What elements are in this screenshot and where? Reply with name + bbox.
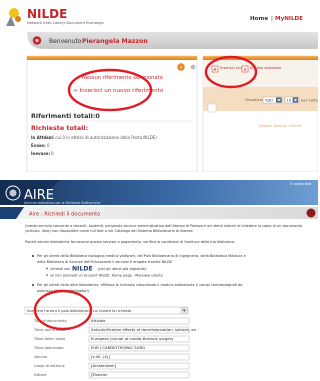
bullet1-line1: Per gli utenti della Biblioteca biologic… [37,254,246,258]
welcome-user-name: Pierangela Mazzon [82,38,148,45]
form-value: Articolo [91,318,106,323]
sort-select-value: Tutti [264,99,273,103]
form-value: [Elsevier [91,372,108,377]
aire-title-bar: Aire : Richiedi il documento [0,207,318,219]
requests-total-heading: Richieste totali: [31,124,88,132]
aire-subtitle: Archivio Interattivo per le Richieste El… [24,201,100,205]
stat-row: In Attesa: 0 (di cui 0 in attesa di auto… [31,135,157,140]
stat-label: Evase: [31,143,46,148]
library-select-text: Scegliere l'area e il polo bibliotecario… [27,309,131,313]
select-all-checkbox[interactable] [207,103,217,113]
left-panel: « Nessun riferimento selezionato > Inser… [26,55,198,173]
panel-dot-icon [190,64,196,70]
nilde-header: NILDE Network Inter-Library Document Exc… [0,0,318,28]
nilde-logo-subtitle: Network Inter-Library Document Exchange [27,21,104,25]
bullet2-line1: Per gli utenti delle altre biblioteche, … [37,283,242,287]
sub-bullet-icon [46,267,48,270]
form-label: Titolo abbreviato [33,346,64,350]
library-select[interactable]: Scegliere l'area e il polo bibliotecario… [24,306,189,315]
intro-paragraph: Questo servizio consente a docenti, stud… [25,224,303,233]
form-value: European journal of cardio-thoracic surg… [91,336,174,341]
screenshot-canvas: NILDE Network Inter-Library Document Exc… [0,0,318,381]
perpage-label: per volta [301,98,318,103]
references-total-heading: Riferimenti totali:0 [31,112,100,120]
welcome-band: Benvenuto Pierangela Mazzon [27,32,318,49]
aire-header: AIRE Archivio Interattivo per le Richies… [0,180,318,205]
nav-separator: | [271,16,273,22]
aire-corner-icon [306,208,316,218]
form-value: [Amsterdam] [91,363,117,368]
bullet-icon [32,255,34,257]
stat-label: Inevase: [31,151,50,156]
perpage-select[interactable]: 10 [284,96,300,104]
form-label: Titolo della rivista [33,337,65,341]
form-value: Anticalcification effects of decellulari… [91,327,197,332]
sub-bullet-icon [46,274,48,276]
bullet-icon [32,284,34,286]
plus-icon: + [213,67,217,73]
stat-row: Evase: 0 [31,143,50,148]
form-value: [v.40, (4)] [91,354,110,359]
no-reference-text: Nessun riferimento selezionato [82,75,163,81]
sort-select[interactable]: Tutti [262,96,283,104]
aire-screenshot: AIRE Archivio Interattivo per le Richies… [0,180,318,381]
perpage-select-value: 10 [287,99,292,103]
right-panel: + Inserisci nuovo × Elimina selezione Vi… [202,55,318,173]
nav-home-link[interactable]: Home [250,16,268,22]
form-value: EUR J CARDIOTHORAC SURG [91,345,145,350]
svg-text:«: « [180,66,183,71]
sort-label: Visualizza [245,97,264,102]
nilde-logo-title: NILDE [27,7,67,21]
bullet1-line2: della Biblioteca di Scienze dell'Educazi… [37,260,172,264]
aire-top-link[interactable]: Il vostro stat [290,182,312,186]
stat-value: 0 (di cui 0 in attesa di autorizzazione … [45,135,157,140]
form-label: Volume [34,355,47,359]
nilde-screenshot: NILDE Network Inter-Library Document Exc… [0,0,318,173]
form-label: Luogo di edizione [34,364,65,368]
fee-paragraph: Poiché alcune biblioteche forniscono que… [25,240,236,244]
aire-page-title: Aire : Richiedi il documento [29,212,100,218]
sub2-text[interactable]: se non possiedi un account NILDE: Home p… [50,274,163,278]
stat-row: Inevase: 0 [31,151,54,156]
empty-list-text: Dispari Nessun riferim [259,123,302,128]
sub1-suffix: (per gli utenti già registrati) [98,267,147,271]
delete-icon: × [243,67,247,73]
nilde-request-link[interactable]: NILDE [72,266,93,273]
welcome-prefix: Benvenuto [49,38,82,45]
sub1-prefix: richiedi con [50,267,70,271]
nav-mynilde-link[interactable]: MyNILDE [275,16,303,22]
form-label: Editore [34,373,46,377]
